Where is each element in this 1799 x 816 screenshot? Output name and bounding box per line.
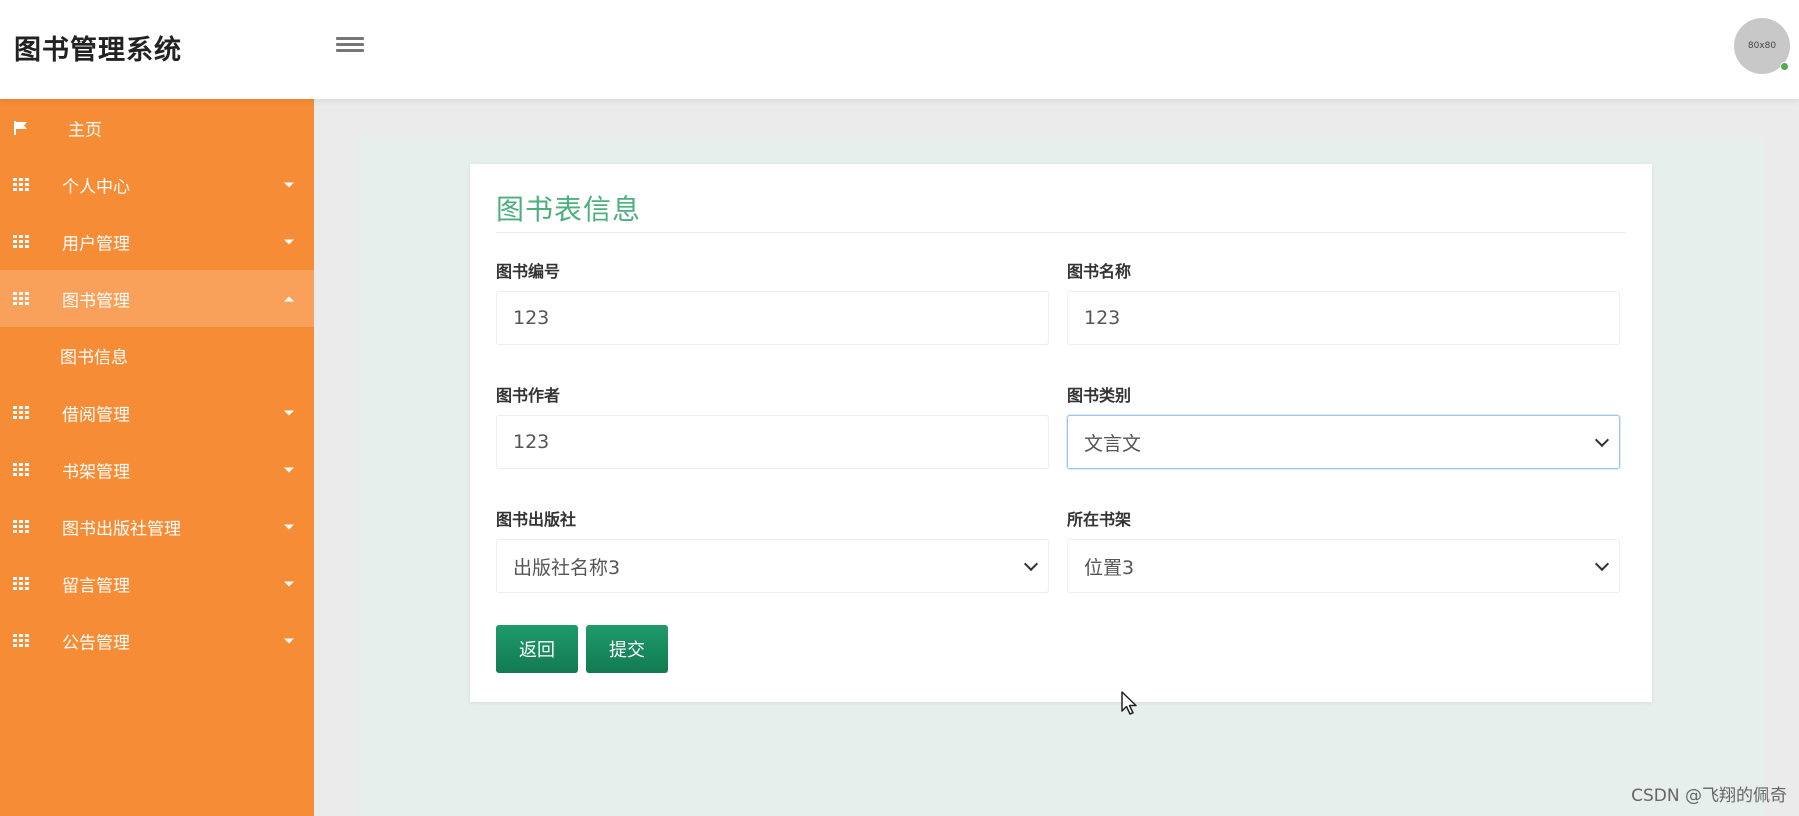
app-title: 图书管理系统: [14, 35, 182, 66]
book-author-input[interactable]: [496, 415, 1049, 469]
sidebar-subitem-book-info[interactable]: 图书信息: [0, 327, 314, 384]
grid-icon: [13, 405, 31, 420]
watermark-text: CSDN @飞翔的佩奇: [1631, 786, 1787, 806]
sidebar-item-label: 留言管理: [62, 576, 130, 596]
sidebar-item-borrow-management[interactable]: 借阅管理: [0, 384, 314, 441]
book-name-label: 图书名称: [1067, 262, 1132, 281]
sidebar-item-label: 公告管理: [62, 633, 130, 653]
book-name-input[interactable]: [1067, 291, 1620, 345]
grid-icon: [13, 291, 31, 306]
top-header: 图书管理系统 80x80: [0, 0, 1799, 99]
sidebar-item-book-management[interactable]: 图书管理: [0, 270, 314, 327]
sidebar-item-label: 书架管理: [62, 462, 130, 482]
sidebar-item-label: 图书管理: [62, 291, 130, 311]
main-area: 图书表信息 图书编号 图书名称 图书作者 图书类别 文言文 图书出版社 出版社名…: [314, 99, 1799, 816]
book-form-card: 图书表信息 图书编号 图书名称 图书作者 图书类别 文言文 图书出版社 出版社名…: [470, 164, 1652, 702]
sidebar-item-label: 借阅管理: [62, 405, 130, 425]
book-category-select[interactable]: 文言文: [1067, 415, 1620, 469]
sidebar: 主页 个人中心 用户管理 图书管理 图书信息 借阅管理 书架管理 图书出版社管理…: [0, 99, 314, 816]
book-publisher-select[interactable]: 出版社名称3: [496, 539, 1049, 593]
hamburger-menu-icon[interactable]: [336, 34, 364, 58]
grid-icon: [13, 234, 31, 249]
caret-down-icon: [284, 182, 294, 187]
sidebar-item-message-management[interactable]: 留言管理: [0, 555, 314, 612]
shelf-value: 位置3: [1084, 556, 1135, 579]
back-button[interactable]: 返回: [496, 625, 578, 673]
form-title: 图书表信息: [496, 193, 642, 226]
shelf-label: 所在书架: [1067, 510, 1132, 529]
sidebar-item-label: 用户管理: [62, 234, 130, 254]
caret-down-icon: [284, 581, 294, 586]
book-publisher-value: 出版社名称3: [513, 556, 621, 579]
grid-icon: [13, 576, 31, 591]
title-divider: [496, 232, 1626, 233]
sidebar-item-label: 主页: [68, 120, 102, 140]
book-id-label: 图书编号: [496, 262, 561, 281]
book-category-value: 文言文: [1084, 432, 1142, 455]
mouse-cursor-icon: [1121, 691, 1137, 715]
grid-icon: [13, 462, 31, 477]
sidebar-item-label: 个人中心: [62, 177, 130, 197]
sidebar-item-user-management[interactable]: 用户管理: [0, 213, 314, 270]
chevron-down-icon: [1594, 556, 1610, 572]
caret-down-icon: [284, 467, 294, 472]
book-publisher-label: 图书出版社: [496, 510, 577, 529]
flag-icon: [14, 120, 27, 135]
grid-icon: [13, 519, 31, 534]
sidebar-item-label: 图书出版社管理: [62, 519, 181, 539]
sidebar-item-home[interactable]: 主页: [0, 99, 314, 156]
caret-down-icon: [284, 524, 294, 529]
chevron-down-icon: [1023, 556, 1039, 572]
caret-down-icon: [284, 638, 294, 643]
sidebar-item-shelf-management[interactable]: 书架管理: [0, 441, 314, 498]
book-category-label: 图书类别: [1067, 386, 1132, 405]
caret-down-icon: [284, 239, 294, 244]
sidebar-item-personal-center[interactable]: 个人中心: [0, 156, 314, 213]
grid-icon: [13, 177, 31, 192]
sidebar-item-notice-management[interactable]: 公告管理: [0, 612, 314, 669]
submit-button[interactable]: 提交: [586, 625, 668, 673]
book-id-input[interactable]: [496, 291, 1049, 345]
book-author-label: 图书作者: [496, 386, 561, 405]
chevron-down-icon: [1594, 432, 1610, 448]
caret-down-icon: [284, 410, 294, 415]
shelf-select[interactable]: 位置3: [1067, 539, 1620, 593]
grid-icon: [13, 633, 31, 648]
caret-up-icon: [284, 296, 294, 301]
online-status-dot: [1780, 62, 1789, 71]
sidebar-item-publisher-management[interactable]: 图书出版社管理: [0, 498, 314, 555]
